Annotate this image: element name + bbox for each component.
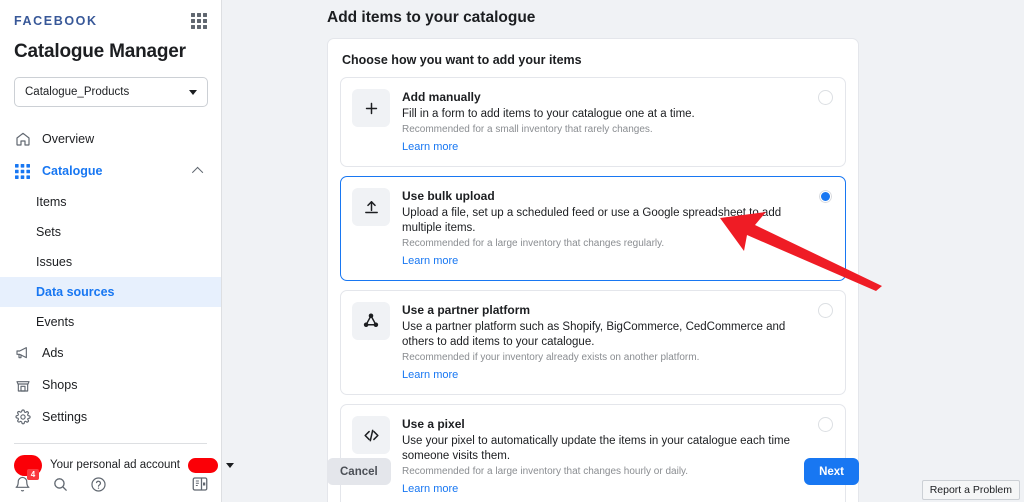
main-content: Add items to your catalogue Choose how y… bbox=[222, 0, 1024, 502]
page-title: Add items to your catalogue bbox=[327, 9, 535, 27]
chevron-down-icon bbox=[189, 90, 197, 95]
option-radio[interactable] bbox=[818, 303, 833, 318]
option-radio[interactable] bbox=[818, 417, 833, 432]
sidebar-item-items[interactable]: Items bbox=[0, 187, 221, 217]
option-use-partner-platform[interactable]: Use a partner platform Use a partner pla… bbox=[340, 290, 846, 395]
sidebar-item-issues[interactable]: Issues bbox=[0, 247, 221, 277]
sidebar-item-ads[interactable]: Ads bbox=[0, 337, 221, 369]
sidebar-item-settings[interactable]: Settings bbox=[0, 401, 221, 433]
option-use-bulk-upload[interactable]: Use bulk upload Upload a file, set up a … bbox=[340, 176, 846, 281]
sidebar-subitem-label: Events bbox=[36, 315, 74, 329]
sidebar-subitem-label: Issues bbox=[36, 255, 72, 269]
notification-badge: 4 bbox=[27, 469, 39, 480]
option-title: Add manually bbox=[402, 89, 805, 105]
home-icon bbox=[14, 131, 31, 148]
cancel-button[interactable]: Cancel bbox=[327, 458, 391, 485]
sidebar: FACEBOOK Catalogue Manager Catalogue_Pro… bbox=[0, 0, 222, 502]
option-body: Use bulk upload Upload a file, set up a … bbox=[402, 188, 805, 269]
option-title: Use a pixel bbox=[402, 416, 805, 432]
panel-footer: Cancel Next bbox=[327, 458, 859, 486]
option-description: Fill in a form to add items to your cata… bbox=[402, 107, 805, 122]
sidebar-item-sets[interactable]: Sets bbox=[0, 217, 221, 247]
facebook-brand: FACEBOOK bbox=[14, 14, 98, 28]
megaphone-icon bbox=[14, 345, 31, 362]
panel-heading: Choose how you want to add your items bbox=[340, 51, 846, 77]
help-circle-icon[interactable] bbox=[88, 474, 108, 494]
catalogue-manager-window: FACEBOOK Catalogue Manager Catalogue_Pro… bbox=[0, 0, 1024, 502]
search-icon[interactable] bbox=[50, 474, 70, 494]
option-body: Add manually Fill in a form to add items… bbox=[402, 89, 805, 155]
option-title: Use a partner platform bbox=[402, 302, 805, 318]
upload-icon bbox=[352, 188, 390, 226]
option-body: Use a partner platform Use a partner pla… bbox=[402, 302, 805, 383]
sidebar-item-catalogue[interactable]: Catalogue bbox=[0, 155, 221, 187]
panel-toggle-icon[interactable] bbox=[190, 474, 210, 494]
partner-network-icon bbox=[352, 302, 390, 340]
gear-icon bbox=[14, 409, 31, 426]
brand-row: FACEBOOK bbox=[14, 8, 207, 34]
option-title: Use bulk upload bbox=[402, 188, 805, 204]
sidebar-item-shops[interactable]: Shops bbox=[0, 369, 221, 401]
option-add-manually[interactable]: Add manually Fill in a form to add items… bbox=[340, 77, 846, 167]
sidebar-divider bbox=[14, 443, 207, 444]
next-button[interactable]: Next bbox=[804, 458, 859, 485]
option-radio-selected[interactable] bbox=[818, 189, 833, 204]
sidebar-item-data-sources[interactable]: Data sources bbox=[0, 277, 221, 307]
sidebar-item-label: Overview bbox=[42, 132, 94, 146]
option-recommendation: Recommended for a small inventory that r… bbox=[402, 123, 805, 137]
learn-more-link[interactable]: Learn more bbox=[402, 254, 458, 269]
sidebar-bottom-bar: 4 bbox=[0, 466, 222, 502]
add-items-panel: Choose how you want to add your items Ad… bbox=[327, 38, 859, 502]
option-recommendation: Recommended for a large inventory that c… bbox=[402, 237, 805, 251]
chevron-up-icon[interactable] bbox=[192, 167, 203, 178]
sidebar-subitem-label: Items bbox=[36, 195, 67, 209]
option-use-a-pixel[interactable]: Use a pixel Use your pixel to automatica… bbox=[340, 404, 846, 502]
storefront-icon bbox=[14, 377, 31, 394]
grid-icon bbox=[14, 163, 31, 180]
sidebar-item-label: Catalogue bbox=[42, 164, 102, 178]
learn-more-link[interactable]: Learn more bbox=[402, 140, 458, 155]
sidebar-item-label: Settings bbox=[42, 410, 87, 424]
code-brackets-icon bbox=[352, 416, 390, 454]
sidebar-subitem-label: Data sources bbox=[36, 285, 115, 299]
option-description: Use a partner platform such as Shopify, … bbox=[402, 320, 805, 350]
sidebar-subitem-label: Sets bbox=[36, 225, 61, 239]
sidebar-item-label: Ads bbox=[42, 346, 64, 360]
plus-icon bbox=[352, 89, 390, 127]
apps-grid-icon[interactable] bbox=[191, 13, 207, 29]
catalogue-select-value: Catalogue_Products bbox=[25, 86, 129, 98]
sidebar-nav: Overview Catalogue Items bbox=[0, 123, 221, 433]
catalogue-select[interactable]: Catalogue_Products bbox=[14, 77, 208, 107]
sidebar-item-events[interactable]: Events bbox=[0, 307, 221, 337]
option-description: Upload a file, set up a scheduled feed o… bbox=[402, 206, 805, 236]
learn-more-link[interactable]: Learn more bbox=[402, 368, 458, 383]
option-radio[interactable] bbox=[818, 90, 833, 105]
sidebar-item-label: Shops bbox=[42, 378, 77, 392]
sidebar-item-overview[interactable]: Overview bbox=[0, 123, 221, 155]
report-a-problem-button[interactable]: Report a Problem bbox=[922, 480, 1020, 500]
page-title-app: Catalogue Manager bbox=[14, 41, 207, 63]
option-recommendation: Recommended if your inventory already ex… bbox=[402, 351, 805, 365]
sidebar-header: FACEBOOK Catalogue Manager Catalogue_Pro… bbox=[0, 0, 221, 107]
bell-icon[interactable]: 4 bbox=[12, 474, 32, 494]
